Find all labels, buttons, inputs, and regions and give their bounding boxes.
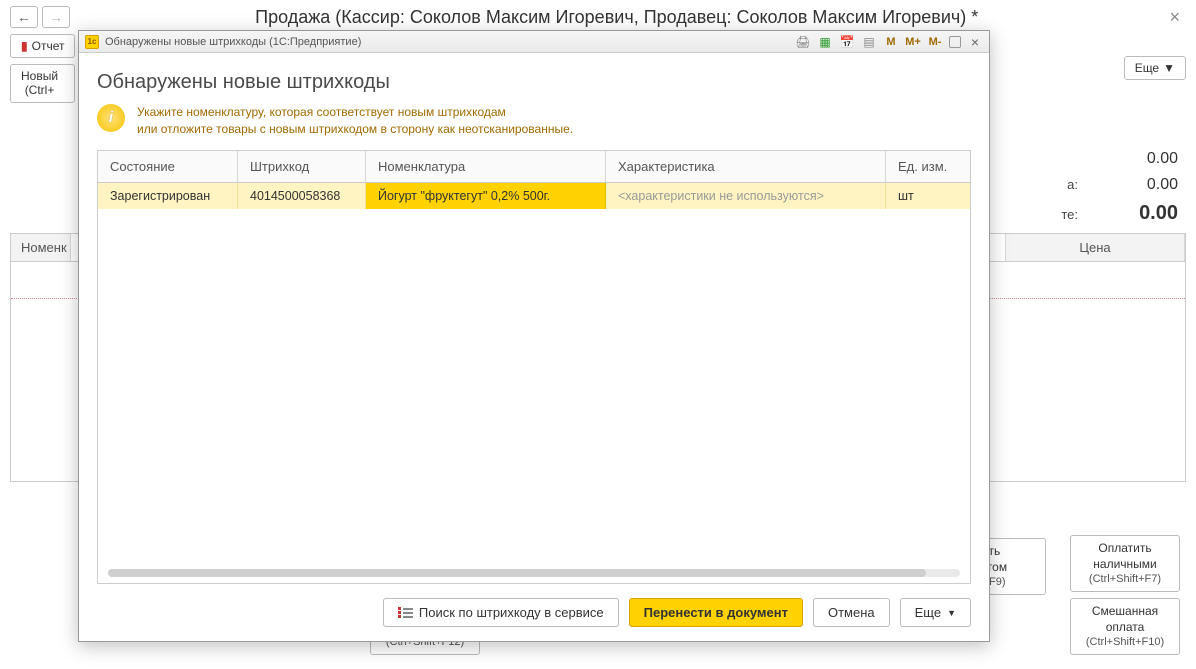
totals-label-2: а: <box>1067 177 1078 192</box>
memory-mminus-icon[interactable]: M- <box>927 34 943 50</box>
pay-cash-l3: (Ctrl+Shift+F7) <box>1081 572 1169 587</box>
bg-th-nomen: Номенк <box>11 234 71 261</box>
nav-back-button[interactable]: ← <box>10 6 38 28</box>
dialog-titlebar[interactable]: 1c Обнаружены новые штрихкоды (1С:Предпр… <box>79 31 989 53</box>
new-button-line2: (Ctrl+ <box>25 83 55 97</box>
transfer-label: Перенести в документ <box>644 605 788 620</box>
pay-mixed-l1: Смешанная <box>1081 603 1169 619</box>
chart-icon: ▮ <box>21 39 28 53</box>
dialog-info-strip: i Укажите номенклатуру, которая соответс… <box>97 104 971 138</box>
memory-mplus-icon[interactable]: M+ <box>905 34 921 50</box>
dialog-more-button[interactable]: Еще ▼ <box>900 598 971 627</box>
info-icon: i <box>97 104 125 132</box>
calc-icon[interactable]: ▤ <box>861 34 877 50</box>
dialog-heading: Обнаружены новые штрихкоды <box>97 71 971 94</box>
cell-unit[interactable]: шт <box>886 183 970 209</box>
cell-state[interactable]: Зарегистрирован <box>98 183 238 209</box>
search-barcode-button[interactable]: Поиск по штрихкоду в сервисе <box>383 598 619 627</box>
new-button-line1: Новый <box>21 69 58 83</box>
bg-th-price: Цена <box>1005 234 1185 261</box>
cell-nomen[interactable]: Йогурт "фруктегут" 0,2% 500г. <box>366 183 606 209</box>
col-barcode[interactable]: Штрихкод <box>238 151 366 182</box>
pay-mixed-l2: оплата <box>1081 619 1169 635</box>
calendar-icon[interactable]: 📅 <box>839 34 855 50</box>
col-unit[interactable]: Ед. изм. <box>886 151 970 182</box>
calendar-grid-icon[interactable]: ▦ <box>817 34 833 50</box>
totals-val-2: 0.00 <box>1098 176 1178 194</box>
cancel-label: Отмена <box>828 605 875 620</box>
grid-header: Состояние Штрихкод Номенклатура Характер… <box>98 151 970 183</box>
dialog-info-line2: или отложите товары с новым штрихкодом в… <box>137 121 573 138</box>
main-window-title: Продажа (Кассир: Соколов Максим Игоревич… <box>74 7 1159 28</box>
cell-char[interactable]: <характеристики не используются> <box>606 183 886 209</box>
app-1c-icon: 1c <box>85 35 99 49</box>
totals-val-1: 0.00 <box>1098 150 1178 168</box>
new-button[interactable]: Новый (Ctrl+ <box>10 64 75 103</box>
report-button[interactable]: ▮ Отчет <box>10 34 75 58</box>
barcodes-grid[interactable]: Состояние Штрихкод Номенклатура Характер… <box>97 150 971 584</box>
chevron-down-icon: ▼ <box>947 608 956 618</box>
totals-panel: 0.00 а: 0.00 те: 0.00 <box>978 150 1178 233</box>
col-state[interactable]: Состояние <box>98 151 238 182</box>
report-button-label: Отчет <box>32 39 65 53</box>
totals-label-3: те: <box>1061 207 1078 222</box>
pay-mixed-button[interactable]: Смешанная оплата (Ctrl+Shift+F10) <box>1070 598 1180 655</box>
search-barcode-label: Поиск по штрихкоду в сервисе <box>419 605 604 620</box>
scrollbar-thumb[interactable] <box>108 569 926 577</box>
grid-horizontal-scrollbar[interactable] <box>108 569 960 577</box>
main-more-label: Еще <box>1135 61 1159 75</box>
col-char[interactable]: Характеристика <box>606 151 886 182</box>
list-icon <box>398 607 413 618</box>
main-more-button[interactable]: Еще ▼ <box>1124 56 1186 80</box>
maximize-icon[interactable] <box>949 36 961 48</box>
pay-cash-button[interactable]: Оплатить наличными (Ctrl+Shift+F7) <box>1070 535 1180 592</box>
new-barcodes-dialog: 1c Обнаружены новые штрихкоды (1С:Предпр… <box>78 30 990 642</box>
dialog-title: Обнаружены новые штрихкоды (1С:Предприят… <box>105 36 361 48</box>
dialog-info-line1: Укажите номенклатуру, которая соответств… <box>137 104 573 121</box>
cell-barcode[interactable]: 4014500058368 <box>238 183 366 209</box>
main-close-icon[interactable]: × <box>1163 7 1186 28</box>
memory-m-icon[interactable]: M <box>883 34 899 50</box>
print-icon[interactable]: 🖨 <box>795 34 811 50</box>
dialog-close-icon[interactable]: × <box>967 34 983 50</box>
totals-val-3: 0.00 <box>1098 202 1178 225</box>
dialog-more-label: Еще <box>915 605 941 620</box>
table-row[interactable]: Зарегистрирован 4014500058368 Йогурт "фр… <box>98 183 970 209</box>
chevron-down-icon: ▼ <box>1163 61 1175 75</box>
pay-cash-l1: Оплатить <box>1081 540 1169 556</box>
nav-forward-button[interactable]: → <box>42 6 70 28</box>
pay-mixed-l3: (Ctrl+Shift+F10) <box>1081 635 1169 650</box>
cancel-button[interactable]: Отмена <box>813 598 890 627</box>
col-nomen[interactable]: Номенклатура <box>366 151 606 182</box>
transfer-to-document-button[interactable]: Перенести в документ <box>629 598 803 627</box>
pay-cash-l2: наличными <box>1081 556 1169 572</box>
